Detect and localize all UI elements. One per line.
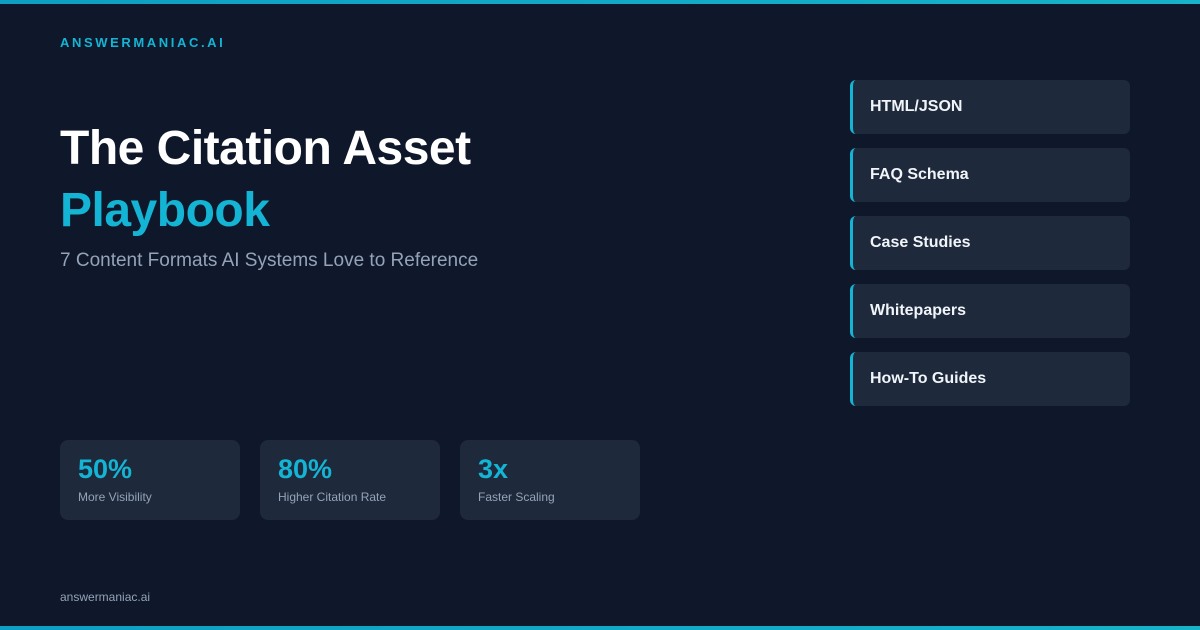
page-title: The Citation Asset Playbook [60,118,471,242]
subtitle: 7 Content Formats AI Systems Love to Ref… [60,250,479,271]
format-item-case-studies: Case Studies [850,216,1130,270]
title-line-1: The Citation Asset [60,122,471,175]
brand-label: ANSWERMANIAC.AI [60,35,226,50]
stat-card-citation-rate: 80% Higher Citation Rate [260,440,440,520]
stat-label: Higher Citation Rate [278,490,387,504]
stat-label: More Visibility [78,490,152,504]
stat-card-visibility: 50% More Visibility [60,440,240,520]
stats-row: 50% More Visibility 80% Higher Citation … [60,440,640,520]
footer-domain: answermaniac.ai [60,590,151,604]
format-item-how-to-guides: How-To Guides [850,352,1130,406]
title-line-2: Playbook [60,184,270,237]
stat-value: 80% [278,454,333,484]
stat-value: 50% [78,454,133,484]
format-item-faq-schema: FAQ Schema [850,148,1130,202]
format-list: HTML/JSON FAQ Schema Case Studies Whitep… [850,80,1130,420]
social-card: ANSWERMANIAC.AI The Citation Asset Playb… [0,0,1200,630]
stat-label: Faster Scaling [478,490,555,504]
stat-card-scaling: 3x Faster Scaling [460,440,640,520]
top-accent-bar [0,0,1200,4]
stat-value: 3x [478,454,509,484]
format-item-whitepapers: Whitepapers [850,284,1130,338]
bottom-accent-bar [0,626,1200,630]
format-item-html-json: HTML/JSON [850,80,1130,134]
